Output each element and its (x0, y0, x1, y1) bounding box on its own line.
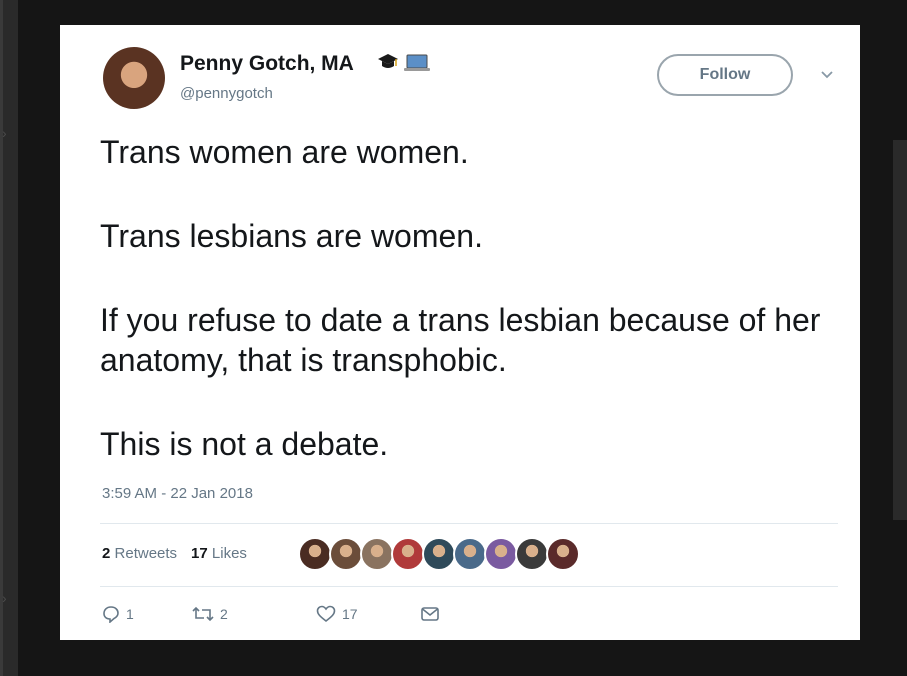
retweets-stat[interactable]: 2 Retweets (102, 545, 177, 562)
background-scrollbar (893, 140, 907, 520)
liker-avatar[interactable] (298, 537, 332, 571)
retweets-count: 2 (102, 545, 111, 562)
tweet-paragraph: Trans women are women. (100, 134, 469, 170)
liker-avatar[interactable] (515, 537, 549, 571)
liker-avatar[interactable] (360, 537, 394, 571)
liker-avatar[interactable] (391, 537, 425, 571)
retweet-icon (192, 606, 214, 622)
user-handle[interactable]: @pennygotch (180, 85, 273, 102)
direct-message-action[interactable] (420, 606, 440, 622)
heart-icon (316, 605, 336, 623)
tweet-paragraph: This is not a debate. (100, 426, 389, 462)
like-action[interactable]: 17 (316, 605, 420, 623)
tweet-paragraph: If you refuse to date a trans lesbian be… (100, 302, 821, 378)
likes-label: Likes (211, 545, 247, 562)
reply-icon (103, 606, 119, 623)
liker-avatars (298, 537, 580, 571)
name-badges (377, 53, 431, 73)
tweet-timestamp[interactable]: 3:59 AM - 22 Jan 2018 (102, 485, 253, 502)
retweet-action[interactable]: 2 (192, 606, 316, 622)
like-count: 17 (342, 606, 358, 622)
background-chevron-icon: › (2, 590, 7, 606)
avatar[interactable] (103, 47, 165, 109)
liker-avatar[interactable] (422, 537, 456, 571)
envelope-icon (421, 607, 439, 621)
likes-count: 17 (191, 545, 208, 562)
follow-button[interactable]: Follow (657, 54, 793, 96)
tweet-actions: 1 2 17 (102, 605, 440, 623)
likes-stat[interactable]: 17 Likes (191, 545, 247, 562)
divider (100, 586, 838, 587)
background-edge (0, 0, 3, 676)
display-name[interactable]: Penny Gotch, MA (180, 52, 354, 76)
background-chevron-icon: › (2, 125, 7, 141)
engagement-stats: 2 Retweets 17 Likes (102, 545, 247, 562)
liker-avatar[interactable] (329, 537, 363, 571)
liker-avatar[interactable] (453, 537, 487, 571)
tweet-text: Trans women are women. Trans lesbians ar… (100, 132, 840, 464)
chevron-down-icon[interactable] (819, 69, 835, 81)
tweet-paragraph: Trans lesbians are women. (100, 218, 483, 254)
divider (100, 523, 838, 524)
tweet-card: Penny Gotch, MA @pennygotch Follow Trans… (60, 25, 860, 640)
reply-action[interactable]: 1 (102, 605, 192, 623)
reply-count: 1 (126, 606, 134, 622)
retweets-label: Retweets (114, 545, 178, 562)
retweet-count: 2 (220, 606, 228, 622)
graduation-cap-icon (378, 54, 398, 68)
liker-avatar[interactable] (546, 537, 580, 571)
liker-avatar[interactable] (484, 537, 518, 571)
laptop-icon (404, 54, 430, 71)
